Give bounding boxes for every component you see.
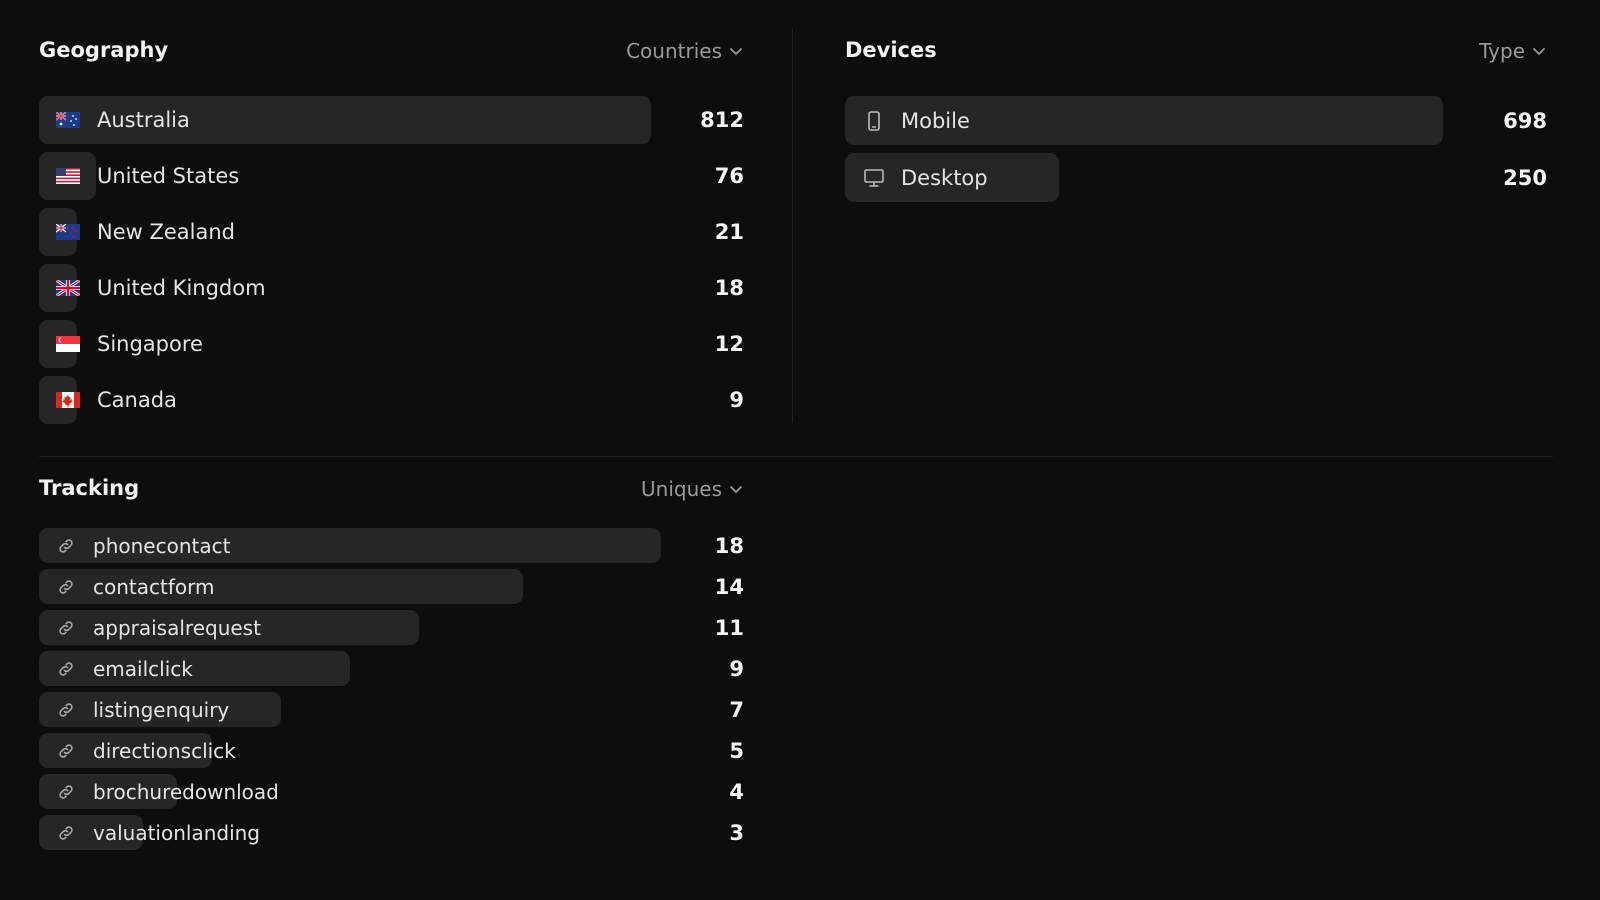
tracking-row-label: directionsclick: [93, 738, 236, 763]
new-zealand-flag-icon: [53, 224, 83, 240]
geography-row-label: New Zealand: [97, 220, 235, 244]
geography-row-new-zealand[interactable]: New Zealand 21: [39, 208, 744, 256]
devices-row-value: 698: [1503, 108, 1547, 133]
tracking-row-label: contactform: [93, 574, 215, 599]
link-icon: [54, 782, 78, 802]
type-dropdown-label: Type: [1479, 39, 1525, 63]
tracking-row-valuationlanding[interactable]: valuationlanding 3: [39, 815, 744, 850]
type-dropdown[interactable]: Type: [1479, 39, 1547, 63]
countries-dropdown[interactable]: Countries: [626, 39, 744, 63]
link-icon: [54, 536, 78, 556]
geography-row-label: United Kingdom: [97, 276, 266, 300]
geography-row-australia[interactable]: Australia 812: [39, 96, 744, 144]
united-states-flag-icon: [53, 168, 83, 184]
tracking-list: phonecontact 18 contactform 14 appraisalrequ…: [39, 528, 744, 850]
geography-row-value: 76: [714, 164, 744, 188]
tracking-row-label: emailclick: [93, 656, 193, 681]
geography-row-label: Australia: [97, 108, 190, 132]
tracking-row-label: valuationlanding: [93, 820, 261, 845]
link-icon: [54, 659, 78, 679]
tracking-row-brochuredownload[interactable]: brochuredownload 4: [39, 774, 744, 809]
geography-header: Geography Countries: [39, 38, 744, 68]
geography-panel: Geography Countries Australia 812 United…: [39, 38, 744, 432]
devices-row-label: Mobile: [901, 108, 970, 133]
geography-row-united-kingdom[interactable]: United Kingdom 18: [39, 264, 744, 312]
devices-list: Mobile 698 Desktop 250: [845, 96, 1547, 202]
tracking-row-phonecontact[interactable]: phonecontact 18: [39, 528, 744, 563]
tracking-row-value: 18: [714, 533, 744, 558]
tracking-row-value: 9: [729, 656, 744, 681]
tracking-row-contactform[interactable]: contactform 14: [39, 569, 744, 604]
link-icon: [54, 618, 78, 638]
tracking-title: Tracking: [39, 476, 140, 500]
tracking-row-value: 14: [714, 574, 744, 599]
uniques-dropdown[interactable]: Uniques: [641, 477, 744, 501]
countries-dropdown-label: Countries: [626, 39, 722, 63]
singapore-flag-icon: [53, 336, 83, 352]
tracking-row-label: listingenquiry: [93, 697, 230, 722]
horizontal-divider: [39, 456, 1553, 457]
desktop-icon: [861, 168, 887, 188]
tracking-row-listingenquiry[interactable]: listingenquiry 7: [39, 692, 744, 727]
devices-title: Devices: [845, 38, 937, 62]
geography-row-united-states[interactable]: United States 76: [39, 152, 744, 200]
tracking-row-value: 7: [729, 697, 744, 722]
geography-row-value: 18: [714, 276, 744, 300]
geography-title: Geography: [39, 38, 169, 62]
geography-row-value: 21: [714, 220, 744, 244]
devices-header: Devices Type: [845, 38, 1547, 68]
tracking-row-value: 11: [714, 615, 744, 640]
devices-panel: Devices Type Mobile 698 Desktop 250: [845, 38, 1547, 210]
tracking-header: Tracking Uniques: [39, 476, 744, 506]
link-icon: [54, 577, 78, 597]
geography-list: Australia 812 United States 76 New Zeala…: [39, 96, 744, 424]
tracking-row-appraisalrequest[interactable]: appraisalrequest 11: [39, 610, 744, 645]
united-kingdom-flag-icon: [53, 280, 83, 296]
tracking-row-label: brochuredownload: [93, 779, 279, 804]
geography-row-canada[interactable]: Canada 9: [39, 376, 744, 424]
geography-row-value: 812: [700, 108, 744, 132]
devices-row-mobile[interactable]: Mobile 698: [845, 96, 1547, 145]
chevron-down-icon: [730, 486, 742, 493]
tracking-row-value: 3: [729, 820, 744, 845]
tracking-panel: Tracking Uniques phonecontact 18 contactfo…: [39, 476, 744, 856]
tracking-row-value: 4: [729, 779, 744, 804]
tracking-row-label: phonecontact: [93, 533, 231, 558]
tracking-row-label: appraisalrequest: [93, 615, 261, 640]
australia-flag-icon: [53, 112, 83, 128]
geography-row-label: Singapore: [97, 332, 203, 356]
tracking-bar: [39, 651, 350, 686]
uniques-dropdown-label: Uniques: [641, 477, 722, 501]
geography-row-label: United States: [97, 164, 240, 188]
devices-row-label: Desktop: [901, 165, 988, 190]
link-icon: [54, 700, 78, 720]
link-icon: [54, 741, 78, 761]
vertical-divider: [792, 28, 793, 423]
chevron-down-icon: [1533, 48, 1545, 55]
tracking-row-emailclick[interactable]: emailclick 9: [39, 651, 744, 686]
geography-row-value: 9: [729, 388, 744, 412]
devices-row-desktop[interactable]: Desktop 250: [845, 153, 1547, 202]
devices-row-value: 250: [1503, 165, 1547, 190]
chevron-down-icon: [730, 48, 742, 55]
geography-row-label: Canada: [97, 388, 177, 412]
tracking-row-directionsclick[interactable]: directionsclick 5: [39, 733, 744, 768]
link-icon: [54, 823, 78, 843]
geography-row-value: 12: [714, 332, 744, 356]
geography-row-singapore[interactable]: Singapore 12: [39, 320, 744, 368]
canada-flag-icon: [53, 392, 83, 408]
tracking-row-value: 5: [729, 738, 744, 763]
mobile-icon: [861, 110, 887, 132]
